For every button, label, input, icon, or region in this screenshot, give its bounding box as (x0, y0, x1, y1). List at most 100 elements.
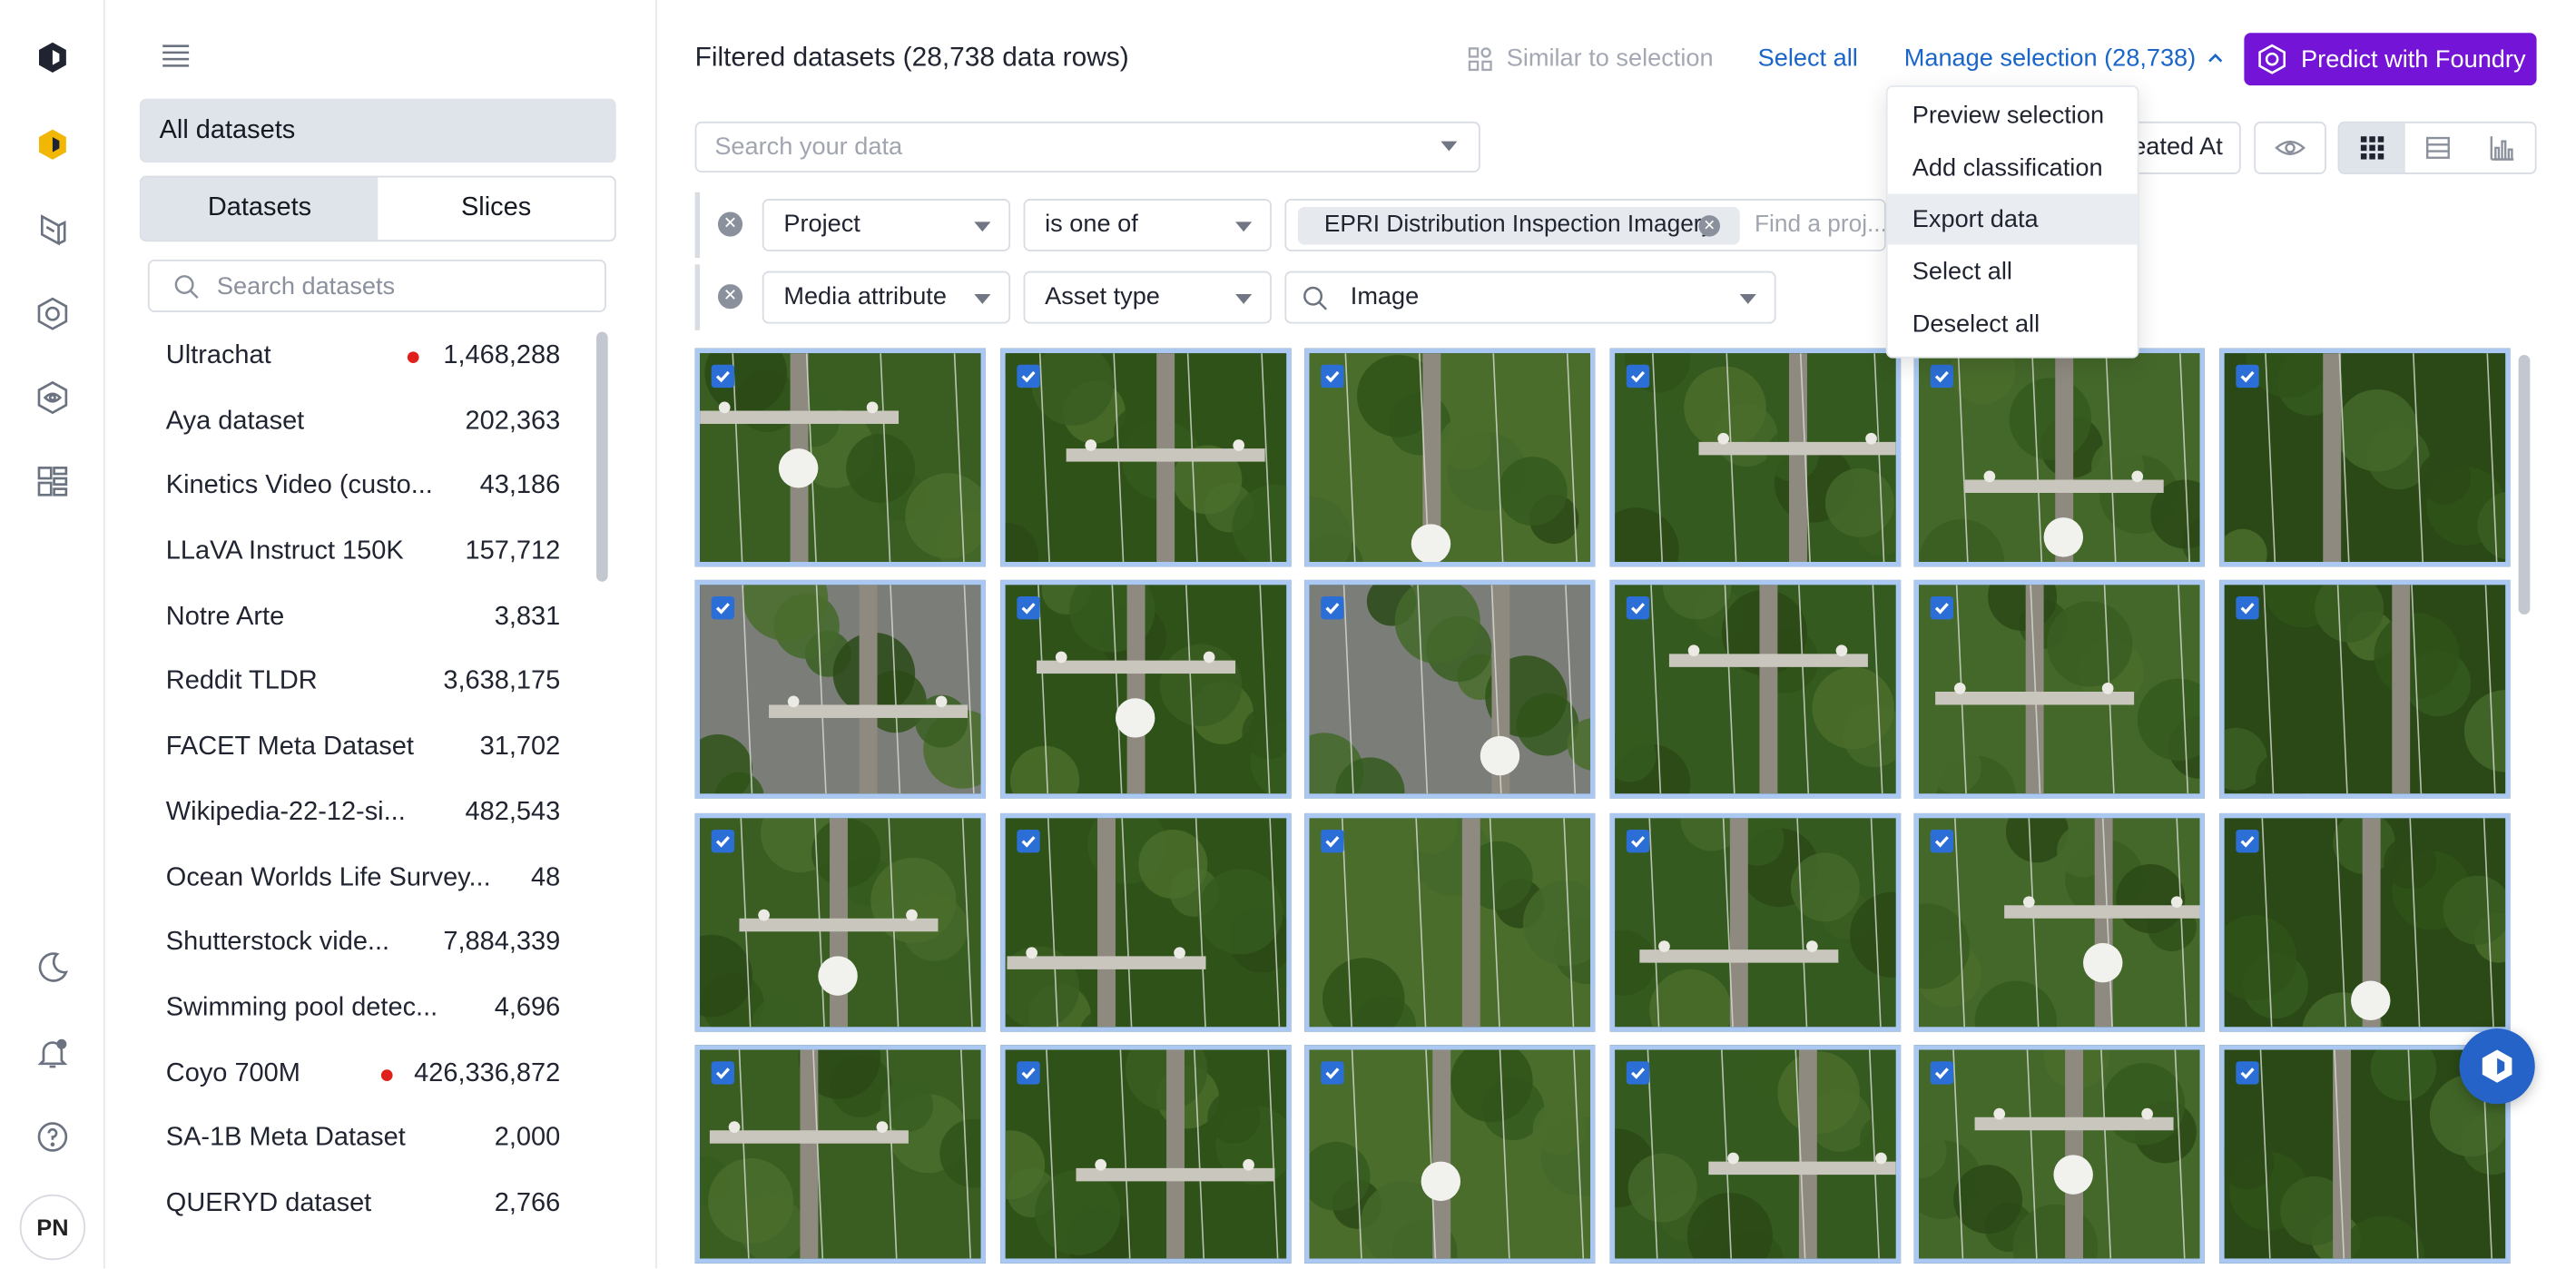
model-icon[interactable] (31, 292, 74, 335)
selected-checkbox[interactable] (1321, 364, 1344, 389)
dark-mode-moon-icon[interactable] (31, 947, 74, 989)
image-tile[interactable] (1608, 1044, 1901, 1264)
selected-checkbox[interactable] (1016, 364, 1039, 389)
assistant-fab-button[interactable] (2459, 1028, 2535, 1105)
image-tile[interactable] (1913, 348, 2205, 567)
dataset-item[interactable]: LLaVA Instruct 150K 157,712 (140, 521, 574, 586)
image-tile[interactable] (694, 348, 986, 567)
dataset-item[interactable]: Aya dataset 202,363 (140, 390, 574, 456)
selected-checkbox[interactable] (1321, 596, 1344, 620)
selected-checkbox[interactable] (1321, 1061, 1344, 1085)
image-tile[interactable] (1304, 348, 1596, 567)
tab-datasets[interactable]: Datasets (141, 177, 379, 241)
selected-checkbox[interactable] (1930, 596, 1954, 620)
filter-field-select[interactable]: Media attribute (762, 271, 1011, 324)
dataset-item[interactable]: Ultrachat 1,468,288 (140, 325, 574, 390)
menu-item[interactable]: Export data (1887, 194, 2138, 246)
find-project-placeholder[interactable]: Find a proj... (1755, 212, 1884, 238)
selected-checkbox[interactable] (2235, 1061, 2258, 1085)
dataset-item[interactable]: Wikipedia-22-12-si... 482,543 (140, 782, 574, 847)
grid-view-button[interactable] (2339, 123, 2405, 173)
menu-item[interactable]: Deselect all (1888, 299, 2138, 349)
image-tile[interactable] (1608, 348, 1901, 567)
app-logo-icon[interactable] (31, 36, 74, 79)
selected-checkbox[interactable] (1625, 829, 1649, 852)
dataset-item[interactable]: SA-1B Meta Dataset 2,000 (140, 1107, 574, 1173)
image-tile[interactable] (999, 580, 1291, 800)
selected-checkbox[interactable] (1625, 1061, 1649, 1085)
list-view-button[interactable] (2404, 123, 2470, 172)
dataset-search-input[interactable] (216, 261, 587, 311)
selected-checkbox[interactable] (2235, 829, 2258, 852)
dataset-item[interactable]: Reddit TLDR 3,638,175 (140, 652, 574, 717)
all-datasets-item[interactable]: All datasets (139, 98, 616, 163)
user-avatar[interactable]: PN (19, 1194, 86, 1261)
manage-selection-button[interactable]: Manage selection (28,738) (1904, 44, 2224, 73)
dataset-item[interactable]: QUERYD dataset 2,766 (140, 1173, 574, 1238)
sort-created-at-button[interactable]: eated At (2122, 121, 2241, 174)
image-tile[interactable] (1304, 580, 1596, 800)
notifications-bell-icon[interactable] (31, 1032, 74, 1075)
catalog-icon[interactable] (31, 123, 74, 166)
apps-grid-icon[interactable] (31, 460, 74, 503)
dataset-item[interactable]: Ocean Worlds Life Survey... 48 (140, 847, 574, 912)
help-icon[interactable] (31, 1116, 74, 1158)
selected-checkbox[interactable] (1321, 829, 1344, 852)
filter-field-select[interactable]: Project (762, 199, 1011, 251)
filter-attribute-select[interactable]: Asset type (1023, 271, 1272, 324)
chevron-down-icon[interactable] (1440, 141, 1458, 152)
selected-checkbox[interactable] (1930, 364, 1954, 389)
project-chip-input[interactable]: EPRI Distribution Inspection Imagery ✕ Fi… (1284, 199, 1886, 251)
image-tile[interactable] (999, 1044, 1291, 1264)
collapse-menu-icon[interactable] (160, 39, 192, 72)
tab-slices[interactable]: Slices (378, 177, 615, 240)
image-tile[interactable] (694, 1044, 986, 1264)
selected-checkbox[interactable] (1016, 1061, 1039, 1085)
dataset-item[interactable]: Swimming pool detec... 4,696 (140, 978, 574, 1043)
asset-type-select[interactable]: Image (1284, 271, 1776, 324)
remove-chip-icon[interactable]: ✕ (1698, 215, 1721, 237)
dataset-item[interactable]: Kinetics Video (custo... 43,186 (140, 456, 574, 521)
similar-to-selection-button[interactable]: Similar to selection (1467, 44, 1714, 73)
menu-item[interactable]: Select all (1888, 247, 2138, 298)
sidebar-scrollbar[interactable] (593, 325, 613, 1268)
selected-checkbox[interactable] (2235, 364, 2258, 389)
selected-checkbox[interactable] (1930, 1061, 1954, 1085)
selected-checkbox[interactable] (2235, 596, 2258, 620)
visibility-toggle-button[interactable] (2254, 121, 2326, 174)
image-tile[interactable] (1913, 580, 2205, 800)
image-tile[interactable] (694, 812, 986, 1031)
analytics-view-button[interactable] (2470, 123, 2535, 172)
data-search-input[interactable] (714, 123, 1405, 172)
remove-filter-icon[interactable]: ✕ (717, 284, 743, 310)
selected-checkbox[interactable] (711, 364, 735, 389)
selected-checkbox[interactable] (711, 1061, 735, 1085)
dataset-item[interactable]: Notre Arte 3,831 (140, 586, 574, 652)
selected-checkbox[interactable] (1625, 364, 1649, 389)
image-tile[interactable] (694, 580, 986, 800)
monitor-eye-icon[interactable] (31, 376, 74, 418)
image-tile[interactable] (1304, 812, 1596, 1031)
selected-checkbox[interactable] (711, 829, 735, 852)
filter-operator-select[interactable]: is one of (1023, 199, 1272, 251)
remove-filter-icon[interactable]: ✕ (717, 212, 743, 237)
image-tile[interactable] (1608, 812, 1901, 1031)
predict-with-foundry-button[interactable]: Predict with Foundry (2244, 33, 2537, 86)
image-tile[interactable] (1913, 812, 2205, 1031)
grid-scrollbar[interactable] (2513, 349, 2533, 1269)
menu-item[interactable]: Preview selection (1888, 91, 2138, 142)
dataset-item[interactable]: Coyo 700M 426,336,872 (140, 1043, 574, 1108)
selected-checkbox[interactable] (1016, 596, 1039, 620)
dataset-item[interactable]: FACET Meta Dataset 31,702 (140, 716, 574, 782)
image-tile[interactable] (2218, 348, 2510, 567)
menu-item[interactable]: Add classification (1888, 143, 2138, 193)
image-tile[interactable] (1913, 1044, 2205, 1264)
annotate-icon[interactable] (31, 209, 74, 251)
selected-checkbox[interactable] (711, 596, 735, 620)
selected-checkbox[interactable] (1625, 596, 1649, 620)
image-tile[interactable] (2218, 580, 2510, 800)
selected-checkbox[interactable] (1930, 829, 1954, 852)
image-tile[interactable] (1304, 1044, 1596, 1264)
image-tile[interactable] (1608, 580, 1901, 800)
image-tile[interactable] (2218, 812, 2510, 1031)
